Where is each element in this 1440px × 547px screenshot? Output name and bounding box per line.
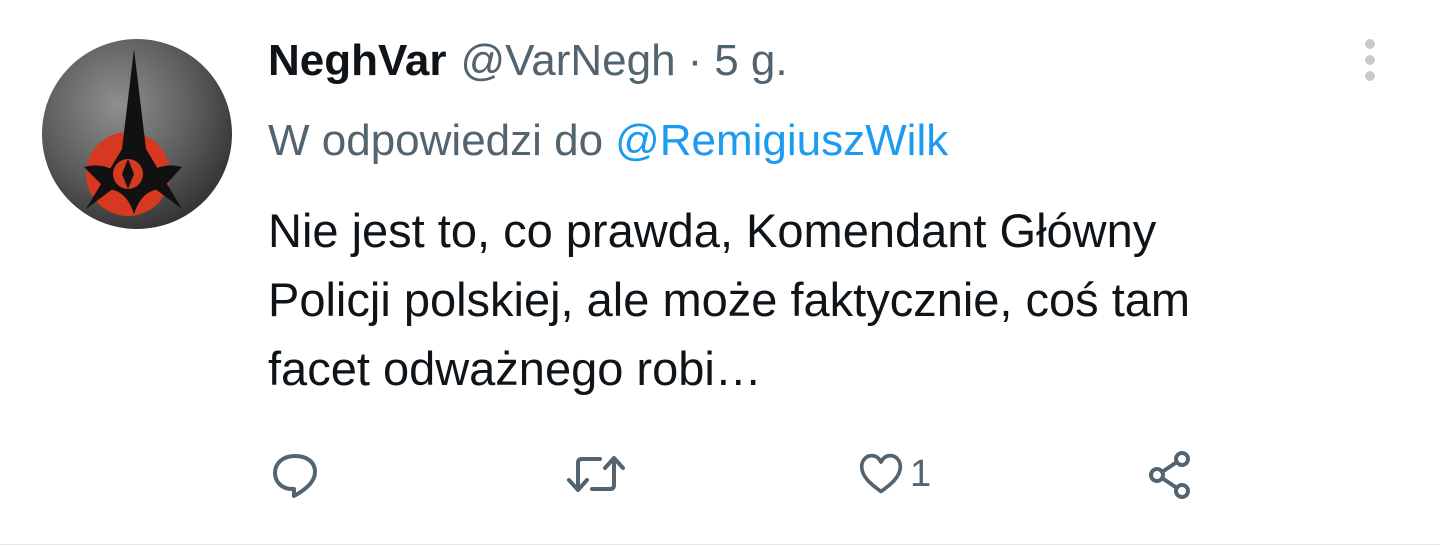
- reply-mention-link[interactable]: @RemigiuszWilk: [615, 116, 948, 165]
- tweet-text: Nie jest to, co prawda, Komendant Główny…: [268, 196, 1388, 403]
- tweet-header: NeghVar @VarNegh · 5 g.: [268, 36, 788, 96]
- reply-prefix: W odpowiedzi do: [268, 116, 604, 165]
- avatar[interactable]: [42, 39, 232, 229]
- reply-icon: [273, 454, 317, 498]
- like-button[interactable]: 1: [858, 442, 931, 506]
- timestamp[interactable]: 5 g.: [714, 36, 787, 86]
- separator: ·: [687, 36, 703, 85]
- like-count: 1: [910, 452, 932, 495]
- author-name[interactable]: NeghVar: [268, 36, 447, 86]
- retweet-button[interactable]: [566, 442, 626, 506]
- author-handle[interactable]: @VarNegh: [461, 36, 676, 86]
- tweet-text-line: Policji polskiej, ale może faktycznie, c…: [268, 273, 1191, 326]
- tweet[interactable]: NeghVar @VarNegh · 5 g. W odpowiedzi do @…: [0, 0, 1440, 547]
- share-icon: [1149, 451, 1190, 499]
- more-vertical-icon: [1365, 39, 1375, 81]
- reply-context: W odpowiedzi do @RemigiuszWilk: [268, 116, 948, 166]
- divider: [0, 544, 1440, 545]
- klingon-emblem-icon: [84, 49, 182, 216]
- more-button[interactable]: [1356, 36, 1384, 84]
- retweet-icon: [567, 456, 625, 492]
- share-button[interactable]: [1146, 442, 1196, 506]
- tweet-text-line: Nie jest to, co prawda, Komendant Główny: [268, 204, 1157, 257]
- tweet-text-line: facet odważnego robi…: [268, 342, 762, 395]
- reply-button[interactable]: [270, 442, 320, 506]
- action-bar: 1: [0, 442, 1440, 506]
- heart-icon: [859, 453, 903, 494]
